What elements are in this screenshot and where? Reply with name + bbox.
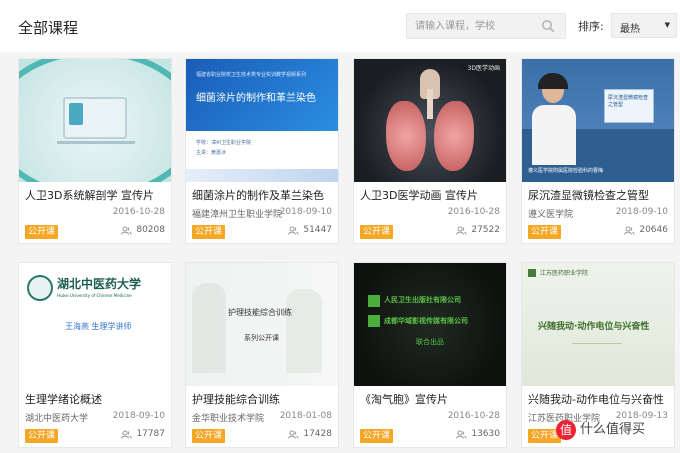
- open-course-badge: 公开课: [25, 225, 58, 239]
- course-thumbnail[interactable]: 福建省职业院校卫生技术类专业实训教学视频系列 细菌涂片的制作和革兰染色 学校：漳…: [186, 59, 338, 182]
- view-count: 27522: [456, 225, 500, 235]
- users-icon: [288, 226, 300, 235]
- course-thumbnail[interactable]: 江苏医药职业学院 兴随我动·动作电位与兴奋性: [522, 263, 674, 386]
- course-card[interactable]: 3D医学动画 人卫3D医学动画 宣传片 2016-10-28 公开课 27522: [353, 58, 507, 244]
- course-card[interactable]: 湖北中医药大学 Hubei University of Chinese Medi…: [18, 262, 172, 448]
- course-thumbnail[interactable]: 湖北中医药大学 Hubei University of Chinese Medi…: [19, 263, 171, 386]
- sort-dropdown[interactable]: 最热 ▼: [611, 13, 677, 38]
- course-card[interactable]: 护理技能综合训练 系列公开课 护理技能综合训练 金华职业技术学院 2018-01…: [185, 262, 339, 448]
- course-title[interactable]: 兴随我动-动作电位与兴奋性: [528, 391, 672, 407]
- course-card[interactable]: 人卫3D系统解剖学 宣传片 2016-10-28 公开课 80208: [18, 58, 172, 244]
- course-school[interactable]: 遵义医学院: [528, 207, 573, 220]
- caret-down-icon: ▼: [664, 21, 670, 29]
- open-course-badge: 公开课: [192, 225, 225, 239]
- open-course-badge: 公开课: [360, 225, 393, 239]
- course-school[interactable]: 金华职业技术学院: [192, 411, 264, 424]
- course-title[interactable]: 人卫3D系统解剖学 宣传片: [25, 187, 169, 203]
- users-icon: [456, 430, 468, 439]
- course-thumbnail[interactable]: [19, 59, 171, 182]
- view-count: 51447: [288, 225, 332, 235]
- course-school[interactable]: 湖北中医药大学: [25, 411, 88, 424]
- open-course-badge: 公开课: [528, 225, 561, 239]
- course-card[interactable]: 尿沉渣显微镜检查之管型 遵义医学院附属医院检验科的曹梅 尿沉渣显微镜检查之管型 …: [521, 58, 675, 244]
- course-thumbnail[interactable]: 护理技能综合训练 系列公开课: [186, 263, 338, 386]
- open-course-badge: 公开课: [192, 429, 225, 443]
- search-icon[interactable]: [541, 19, 555, 33]
- open-course-badge: 公开课: [360, 429, 393, 443]
- users-icon: [121, 226, 133, 235]
- course-date: 2018-09-10: [112, 411, 165, 421]
- course-thumbnail[interactable]: 尿沉渣显微镜检查之管型 遵义医学院附属医院检验科的曹梅: [522, 59, 674, 182]
- view-count: 17428: [288, 429, 332, 439]
- course-date: 2018-09-10: [279, 207, 332, 217]
- course-date: 2018-01-08: [279, 411, 332, 421]
- sort-value: 最热: [620, 24, 640, 35]
- view-count: 13630: [456, 429, 500, 439]
- course-thumbnail[interactable]: 人民卫生出版社有限公司 成都华域影视传媒有限公司 联合出品: [354, 263, 506, 386]
- users-icon: [624, 226, 636, 235]
- course-thumbnail[interactable]: 3D医学动画: [354, 59, 506, 182]
- search-box[interactable]: [406, 13, 566, 39]
- users-icon: [456, 226, 468, 235]
- sort-label: 排序:: [578, 20, 604, 33]
- top-bar: 全部课程 排序: 最热 ▼: [0, 0, 680, 52]
- course-title[interactable]: 《淘气胞》宣传片: [360, 391, 504, 407]
- course-date: 2016-10-28: [447, 207, 500, 217]
- course-title[interactable]: 生理学绪论概述: [25, 391, 169, 407]
- course-title[interactable]: 细菌涂片的制作及革兰染色: [192, 187, 336, 203]
- view-count: 80208: [121, 225, 165, 235]
- course-date: 2018-09-10: [615, 207, 668, 217]
- course-card[interactable]: 人民卫生出版社有限公司 成都华域影视传媒有限公司 联合出品 《淘气胞》宣传片 2…: [353, 262, 507, 448]
- view-count: 20646: [624, 225, 668, 235]
- course-date: 2016-10-28: [112, 207, 165, 217]
- open-course-badge: 公开课: [25, 429, 58, 443]
- course-title[interactable]: 人卫3D医学动画 宣传片: [360, 187, 504, 203]
- course-date: 2016-10-28: [447, 411, 500, 421]
- view-count: 17787: [121, 429, 165, 439]
- watermark-logo-icon: 值: [556, 419, 576, 440]
- course-card[interactable]: 福建省职业院校卫生技术类专业实训教学视频系列 细菌涂片的制作和革兰染色 学校：漳…: [185, 58, 339, 244]
- course-title[interactable]: 护理技能综合训练: [192, 391, 336, 407]
- users-icon: [121, 430, 133, 439]
- page-title: 全部课程: [18, 19, 79, 37]
- watermark: 值什么值得买: [556, 418, 645, 440]
- course-school[interactable]: 福建漳州卫生职业学院: [192, 207, 282, 220]
- users-icon: [288, 430, 300, 439]
- search-input[interactable]: [407, 14, 537, 38]
- course-title[interactable]: 尿沉渣显微镜检查之管型: [528, 187, 672, 203]
